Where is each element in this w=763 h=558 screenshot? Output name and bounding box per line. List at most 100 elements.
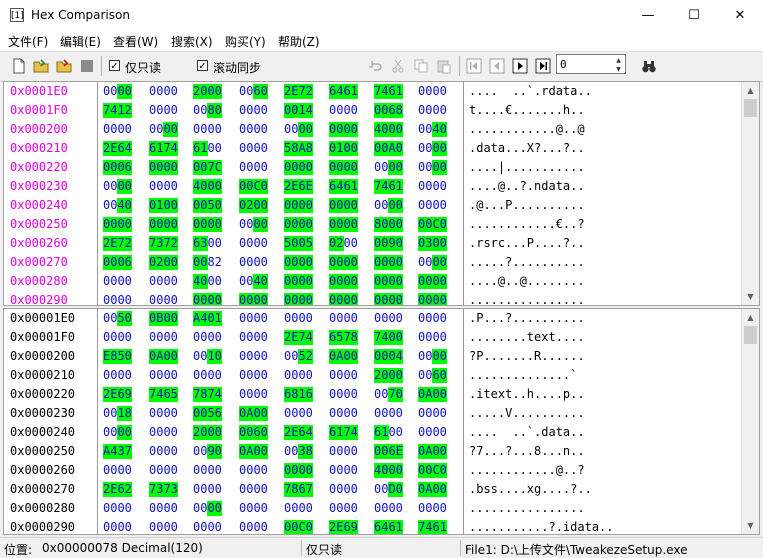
hex-word[interactable]: 0100 xyxy=(329,141,367,156)
hex-word[interactable]: 0A00 xyxy=(239,444,277,459)
hex-word[interactable]: E850 xyxy=(103,349,141,364)
hex-word[interactable]: 0000 xyxy=(284,274,322,289)
hex-word[interactable]: 0000 xyxy=(418,406,456,421)
hex-word[interactable]: 0100 xyxy=(149,198,187,213)
hex-word[interactable]: 0000 xyxy=(284,198,322,213)
hex-word[interactable]: 0000 xyxy=(239,255,277,270)
hex-word[interactable]: 0000 xyxy=(103,179,141,194)
hex-word[interactable]: 0000 xyxy=(284,255,322,270)
hex-word[interactable]: 6174 xyxy=(329,425,367,440)
hex-word[interactable]: 0000 xyxy=(418,425,456,440)
hex-word[interactable]: 0000 xyxy=(149,122,187,137)
hex-word[interactable]: 0000 xyxy=(149,274,187,289)
hex-word[interactable]: 0000 xyxy=(329,463,367,478)
hex-word[interactable]: 6816 xyxy=(284,387,322,402)
hex-word[interactable]: 0056 xyxy=(193,406,231,421)
hex-word[interactable]: 0000 xyxy=(374,198,412,213)
hex-word[interactable]: 0018 xyxy=(103,406,141,421)
hex-word[interactable]: 00A0 xyxy=(374,141,412,156)
maximize-button[interactable]: ☐ xyxy=(671,0,717,31)
hex-word[interactable]: 7461 xyxy=(418,520,456,534)
hex-word[interactable]: 0000 xyxy=(103,501,141,516)
hex-word[interactable]: 0000 xyxy=(374,311,412,326)
paste-icon[interactable] xyxy=(436,58,452,74)
hex-word[interactable]: 8000 xyxy=(374,217,412,232)
scroll-down-icon[interactable]: ▼ xyxy=(742,288,759,305)
hex-word[interactable]: 0000 xyxy=(193,463,231,478)
hex-word[interactable]: 0000 xyxy=(284,368,322,383)
hex-word[interactable]: 0052 xyxy=(284,349,322,364)
hex-word[interactable]: 0000 xyxy=(239,122,277,137)
hex-word[interactable]: 0000 xyxy=(149,84,187,99)
hex-word[interactable]: 0000 xyxy=(418,179,456,194)
hex-word[interactable]: 0040 xyxy=(239,274,277,289)
menu-edit[interactable]: 编辑(E) xyxy=(60,33,101,50)
last-diff-icon[interactable] xyxy=(535,58,551,74)
hex-word[interactable]: 0000 xyxy=(239,330,277,345)
undo-icon[interactable] xyxy=(367,58,383,74)
hex-word[interactable]: 0000 xyxy=(149,368,187,383)
hex-word[interactable]: 0000 xyxy=(149,217,187,232)
hex-word[interactable]: 0090 xyxy=(374,236,412,251)
hex-word[interactable]: 7373 xyxy=(149,482,187,497)
hex-word[interactable]: 0000 xyxy=(103,122,141,137)
hex-word[interactable]: 0004 xyxy=(374,349,412,364)
hex-word[interactable]: 4000 xyxy=(193,274,231,289)
hex-word[interactable]: 0000 xyxy=(374,293,412,305)
hex-word[interactable]: 0000 xyxy=(329,444,367,459)
hex-word[interactable]: 0010 xyxy=(193,349,231,364)
hex-word[interactable]: 0000 xyxy=(239,387,277,402)
hex-word[interactable]: 0006 xyxy=(103,255,141,270)
hex-word[interactable]: 0000 xyxy=(329,501,367,516)
hex-word[interactable]: 0B00 xyxy=(149,311,187,326)
hex-word[interactable]: 0000 xyxy=(149,501,187,516)
hex-word[interactable]: 0000 xyxy=(418,293,456,305)
hex-word[interactable]: 0000 xyxy=(149,406,187,421)
hex-word[interactable]: 7874 xyxy=(193,387,231,402)
binoculars-icon[interactable] xyxy=(641,58,657,74)
hex-word[interactable]: 0050 xyxy=(103,311,141,326)
hex-pane-file1[interactable]: ▲ ▼ 0x0001E0 0000 0000 2000 0060 2E72 6461 7461… xyxy=(3,81,760,306)
hex-word[interactable]: 00C0 xyxy=(239,179,277,194)
hex-word[interactable]: 0200 xyxy=(149,255,187,270)
hex-word[interactable]: 0000 xyxy=(329,406,367,421)
hex-word[interactable]: 0000 xyxy=(418,274,456,289)
menu-search[interactable]: 搜索(X) xyxy=(171,33,213,50)
hex-word[interactable]: 7461 xyxy=(374,179,412,194)
hex-word[interactable]: 0000 xyxy=(329,387,367,402)
hex-word[interactable]: 0000 xyxy=(103,274,141,289)
hex-word[interactable]: 0000 xyxy=(193,217,231,232)
hex-word[interactable]: 0006 xyxy=(103,160,141,175)
hex-word[interactable]: 0A00 xyxy=(329,349,367,364)
hex-word[interactable]: 0050 xyxy=(193,198,231,213)
hex-word[interactable]: 0000 xyxy=(103,330,141,345)
open-second-folder-icon[interactable] xyxy=(56,58,72,74)
hex-word[interactable]: 0000 xyxy=(103,84,141,99)
hex-word[interactable]: 0000 xyxy=(418,198,456,213)
spin-down-icon[interactable]: ▼ xyxy=(612,65,625,74)
hex-word[interactable]: 0040 xyxy=(103,198,141,213)
new-file-icon[interactable] xyxy=(11,58,27,74)
hex-word[interactable]: 0000 xyxy=(418,330,456,345)
hex-word[interactable]: 0000 xyxy=(149,160,187,175)
vertical-scrollbar[interactable]: ▲ ▼ xyxy=(741,82,759,305)
hex-word[interactable]: 0000 xyxy=(418,103,456,118)
hex-word[interactable]: 0000 xyxy=(193,482,231,497)
hex-word[interactable]: 0070 xyxy=(374,387,412,402)
hex-word[interactable]: 2E72 xyxy=(103,236,141,251)
hex-word[interactable]: 0000 xyxy=(239,236,277,251)
hex-word[interactable]: 0000 xyxy=(329,160,367,175)
hex-word[interactable]: 0000 xyxy=(149,444,187,459)
hex-word[interactable]: 0000 xyxy=(239,103,277,118)
hex-word[interactable]: 7867 xyxy=(284,482,322,497)
hex-word[interactable]: 0000 xyxy=(329,103,367,118)
hex-word[interactable]: 0000 xyxy=(284,463,322,478)
hex-word[interactable]: 0000 xyxy=(239,160,277,175)
hex-word[interactable]: 0000 xyxy=(149,179,187,194)
hex-word[interactable]: 0000 xyxy=(284,406,322,421)
hex-word[interactable]: 0A00 xyxy=(418,387,456,402)
hex-word[interactable]: 0000 xyxy=(418,160,456,175)
hex-word[interactable]: 0080 xyxy=(193,103,231,118)
hex-word[interactable]: 0040 xyxy=(418,122,456,137)
hex-word[interactable]: 0000 xyxy=(329,198,367,213)
